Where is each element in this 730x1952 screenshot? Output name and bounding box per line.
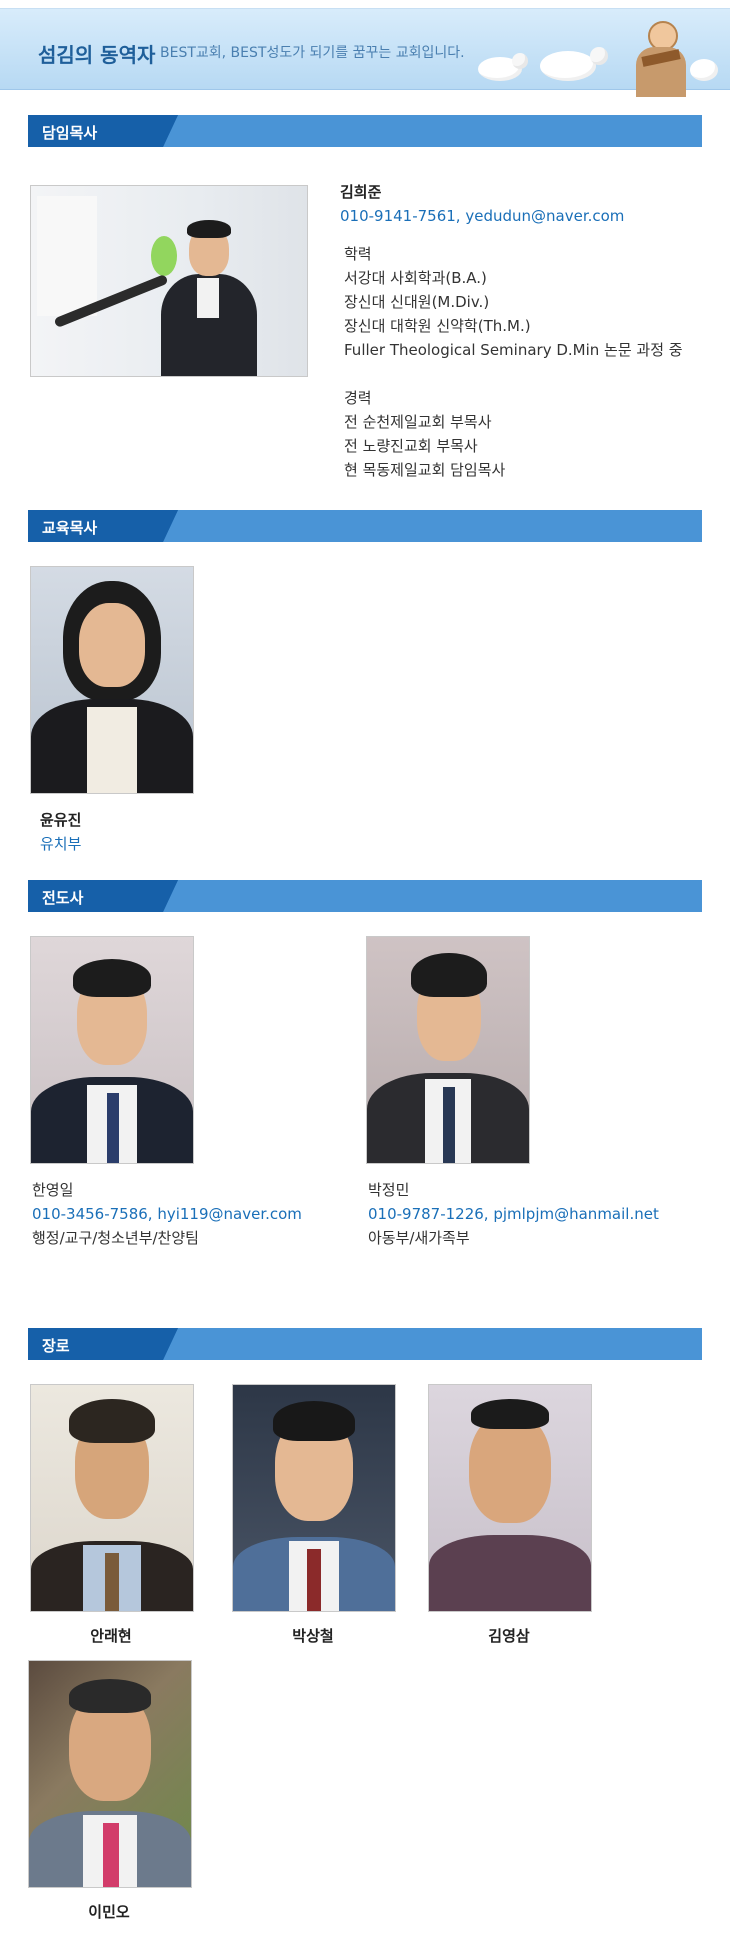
senior-pastor-contact[interactable]: 010-9141-7561, yedudun@naver.com [340,206,624,226]
education-item: 서강대 사회학과(B.A.) [344,269,487,287]
evangelist-dept: 아동부/새가족부 [368,1229,470,1247]
page-header: 섬김의 동역자 BEST교회, BEST성도가 되기를 꿈꾸는 교회입니다. [0,8,730,97]
section-label: 전도사 [42,889,84,907]
career-title: 경력 [344,389,372,407]
elder-photo [232,1384,396,1612]
senior-pastor-photo [30,185,308,377]
evangelist-name: 박정민 [368,1181,410,1199]
career-item: 현 목동제일교회 담임목사 [344,461,506,479]
section-evangelist: 전도사 [28,880,702,912]
elder-photo [428,1384,592,1612]
education-pastor-photo [30,566,194,794]
education-item: Fuller Theological Seminary D.Min 논문 과정 … [344,341,683,359]
education-item: 장신대 신대원(M.Div.) [344,293,490,311]
evangelist-photo [366,936,530,1164]
section-label: 담임목사 [42,124,98,142]
elder-name: 안래현 [90,1627,132,1645]
career-item: 전 노량진교회 부목사 [344,437,478,455]
career-item: 전 순천제일교회 부목사 [344,413,492,431]
education-title: 학력 [344,245,372,263]
elder-photo [28,1660,192,1888]
elder-name: 박상철 [292,1627,334,1645]
elder-name: 김영삼 [488,1627,530,1645]
page-subtitle: BEST교회, BEST성도가 되기를 꿈꾸는 교회입니다. [160,45,465,61]
elder-name: 이민오 [88,1903,130,1921]
senior-pastor-name: 김희준 [340,183,382,201]
evangelist-dept: 행정/교구/청소년부/찬양팀 [32,1229,199,1247]
section-senior-pastor: 담임목사 [28,115,702,147]
education-pastor-dept: 유치부 [40,835,82,853]
section-education-pastor: 교육목사 [28,510,702,542]
shepherd-illustration [622,19,694,97]
evangelist-name: 한영일 [32,1181,74,1199]
page-title: 섬김의 동역자 [38,43,156,67]
evangelist-contact[interactable]: 010-9787-1226, pjmlpjm@hanmail.net [368,1204,659,1224]
education-item: 장신대 대학원 신약학(Th.M.) [344,317,531,335]
section-label: 장로 [42,1337,70,1355]
education-pastor-name: 윤유진 [40,811,82,829]
section-elder: 장로 [28,1328,702,1360]
evangelist-photo [30,936,194,1164]
section-label: 교육목사 [42,519,98,537]
elder-photo [30,1384,194,1612]
evangelist-contact[interactable]: 010-3456-7586, hyi119@naver.com [32,1204,302,1224]
